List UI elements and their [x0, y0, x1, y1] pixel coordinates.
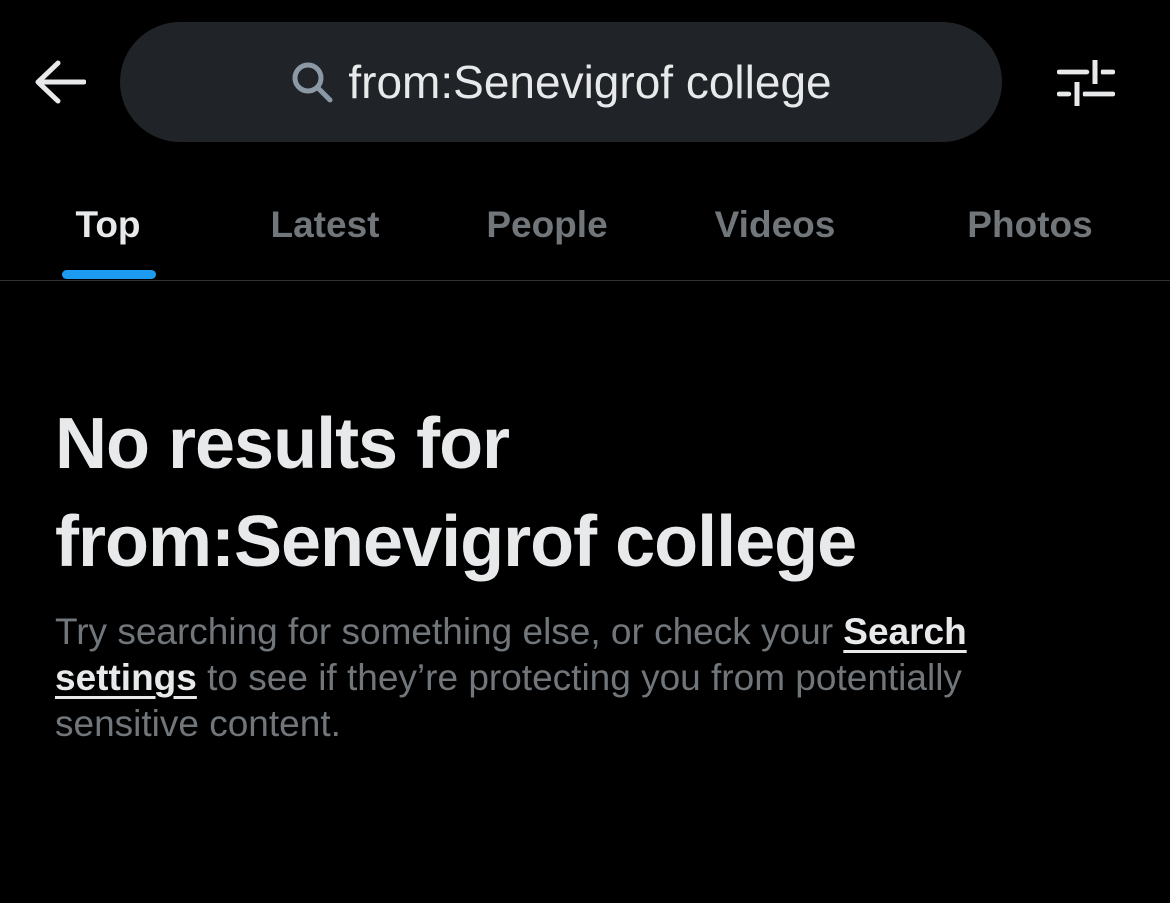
- tab-people[interactable]: People: [462, 170, 632, 280]
- search-icon: [290, 60, 334, 104]
- search-header: from:Senevigrof college: [0, 0, 1170, 170]
- empty-title-line-1: No results for: [55, 404, 510, 484]
- tab-top[interactable]: Top: [48, 170, 168, 280]
- tab-latest[interactable]: Latest: [240, 170, 410, 280]
- search-filter-button[interactable]: [1050, 50, 1122, 116]
- back-button[interactable]: [24, 46, 96, 118]
- search-tabs: Top Latest People Videos Photos: [0, 170, 1170, 281]
- empty-state-description: Try searching for something else, or che…: [55, 609, 1115, 747]
- sliders-icon: [1057, 60, 1115, 106]
- search-input[interactable]: from:Senevigrof college: [120, 22, 1002, 142]
- tab-photos[interactable]: Photos: [940, 170, 1120, 280]
- active-tab-indicator: [62, 270, 156, 279]
- arrow-left-icon: [35, 60, 86, 104]
- desc-before-text: Try searching for something else, or che…: [55, 611, 844, 652]
- empty-title-line-2: from:Senevigrof college: [55, 502, 857, 582]
- empty-state: No results for from:Senevigrof college T…: [55, 395, 1115, 747]
- tab-videos[interactable]: Videos: [690, 170, 860, 280]
- empty-state-title: No results for from:Senevigrof college: [55, 395, 1115, 591]
- search-query-text: from:Senevigrof college: [348, 56, 832, 108]
